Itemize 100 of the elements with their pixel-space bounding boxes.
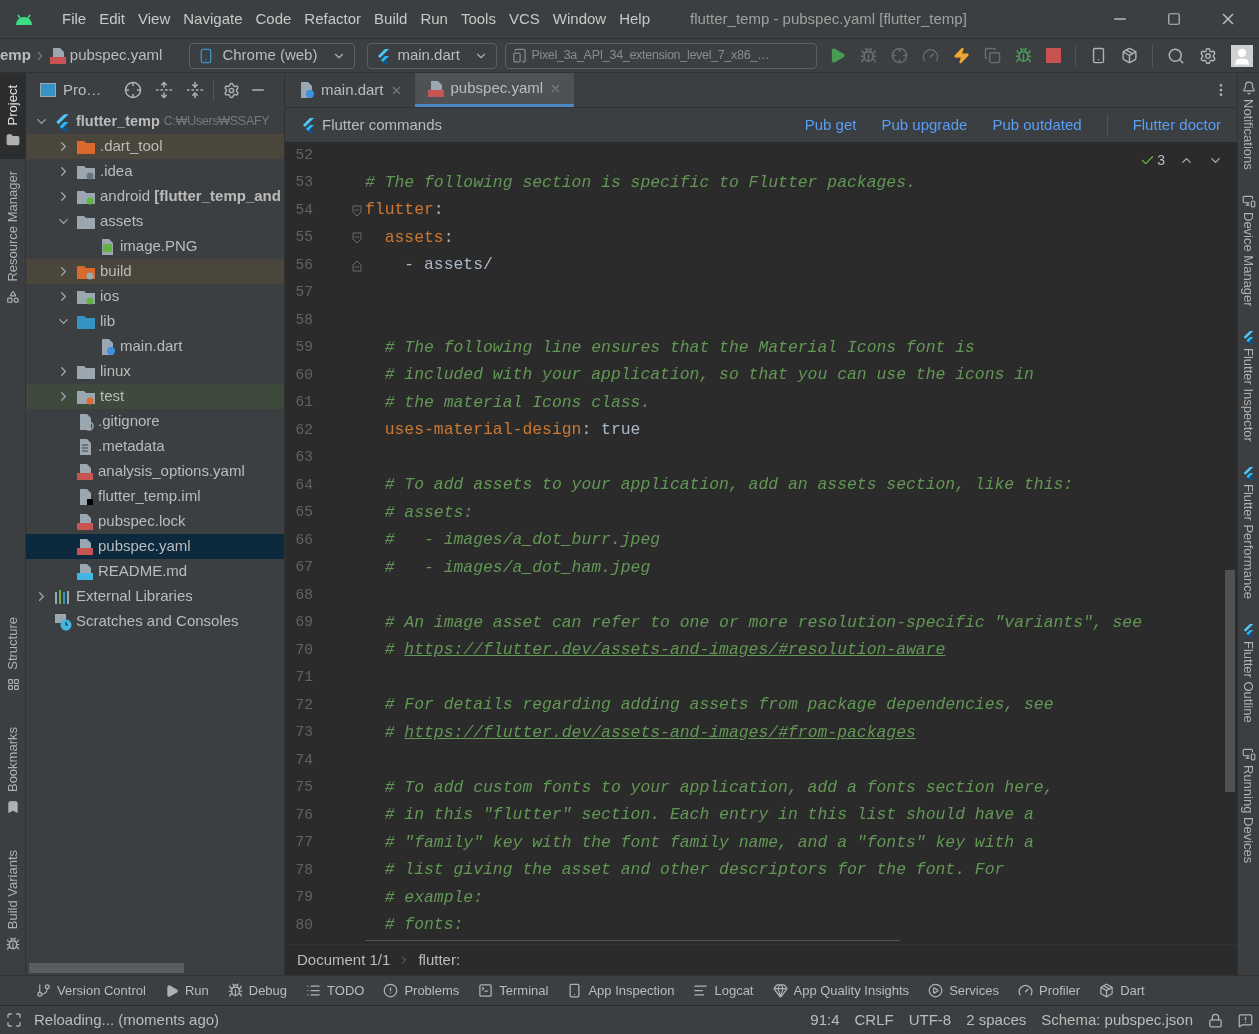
tree-item[interactable]: External Libraries: [26, 584, 284, 609]
tree-item[interactable]: .gitignore: [26, 409, 284, 434]
breadcrumb-item[interactable]: flutter:: [418, 948, 461, 972]
bell-icon[interactable]: [1241, 81, 1256, 95]
tree-item[interactable]: assets: [26, 209, 284, 234]
command-link[interactable]: Flutter doctor: [1132, 113, 1221, 137]
expand-all-icon[interactable]: [155, 81, 174, 99]
tool-window-button[interactable]: App Inspection: [567, 980, 675, 1001]
fold-end-icon[interactable]: [352, 259, 362, 272]
device-icon[interactable]: [1241, 746, 1256, 761]
breadcrumb-item[interactable]: pubspec.yaml: [69, 44, 163, 67]
tree-item[interactable]: pubspec.lock: [26, 509, 284, 534]
status-item[interactable]: 2 spaces: [966, 1008, 1027, 1032]
tool-window-button[interactable]: Services: [928, 980, 999, 1001]
menu-item[interactable]: Navigate: [183, 7, 243, 31]
tree-item[interactable]: .idea: [26, 159, 284, 184]
tool-window-button[interactable]: App Quality Insights: [772, 980, 910, 1001]
fold-marker-icon[interactable]: [352, 232, 362, 245]
breadcrumb-item[interactable]: Document 1/1: [297, 948, 391, 972]
settings-icon[interactable]: [223, 81, 241, 99]
tool-window-tab[interactable]: Structure: [0, 604, 26, 703]
editor-tab[interactable]: main.dart: [285, 73, 415, 107]
tree-item[interactable]: lib: [26, 309, 284, 334]
stop-icon[interactable]: [1046, 48, 1062, 63]
locate-icon[interactable]: [124, 81, 143, 99]
tool-window-button[interactable]: Version Control: [36, 980, 146, 1001]
fold-marker-icon[interactable]: [352, 204, 362, 217]
device-dropdown[interactable]: Chrome (web): [189, 42, 356, 69]
panel-toggle-icon[interactable]: [6, 1012, 22, 1028]
inspection-count[interactable]: 3: [1157, 150, 1165, 171]
tree-item[interactable]: android [flutter_temp_and: [26, 184, 284, 209]
menu-item[interactable]: File: [62, 7, 87, 31]
settings-icon[interactable]: [1199, 46, 1218, 65]
command-link[interactable]: Pub get: [804, 113, 857, 137]
run-config-dropdown[interactable]: main.dart: [367, 42, 498, 69]
command-link[interactable]: Pub outdated: [992, 113, 1082, 137]
tool-window-button[interactable]: Terminal: [478, 980, 549, 1001]
tool-window-tab[interactable]: Flutter Outline: [1238, 623, 1259, 723]
menu-item[interactable]: Edit: [99, 7, 126, 31]
tree-item[interactable]: .dart_tool: [26, 134, 284, 159]
panel-title[interactable]: Pro…: [63, 78, 102, 102]
tool-window-tab[interactable]: Flutter Performance: [1238, 466, 1259, 600]
tree-item[interactable]: build: [26, 259, 284, 284]
tool-window-button[interactable]: TODO: [306, 980, 365, 1001]
tool-window-tab[interactable]: Build Variants: [0, 837, 26, 963]
menu-item[interactable]: Tools: [460, 7, 496, 31]
tree-item[interactable]: README.md: [26, 559, 284, 584]
editor-tab[interactable]: pubspec.yaml: [414, 73, 575, 107]
attach-debugger-icon[interactable]: [1015, 47, 1033, 64]
status-item[interactable]: CRLF: [854, 1008, 894, 1032]
collapse-all-icon[interactable]: [186, 81, 205, 99]
menu-item[interactable]: VCS: [508, 7, 540, 31]
maximize-icon[interactable]: [1167, 12, 1181, 26]
hot-reload-icon[interactable]: [953, 47, 971, 64]
tool-window-button[interactable]: Debug: [227, 980, 288, 1001]
tree-item[interactable]: image.PNG: [26, 234, 284, 259]
tool-window-button[interactable]: Dart: [1099, 980, 1145, 1001]
tree-item[interactable]: Scratches and Consoles: [26, 609, 284, 634]
search-icon[interactable]: [1167, 46, 1186, 65]
tree-item[interactable]: flutter_temp C:₩Users₩SSAFY: [26, 109, 284, 134]
menu-item[interactable]: Code: [255, 7, 292, 31]
tree-item[interactable]: linux: [26, 359, 284, 384]
tree-item[interactable]: flutter_temp.iml: [26, 484, 284, 509]
breadcrumb-item[interactable]: emp: [0, 44, 31, 67]
tool-window-tab[interactable]: Resource Manager: [0, 159, 26, 317]
menu-item[interactable]: Help: [619, 7, 651, 31]
tree-item[interactable]: .metadata: [26, 434, 284, 459]
tree-item[interactable]: main.dart: [26, 334, 284, 359]
tool-window-tab[interactable]: Device Manager: [1238, 193, 1259, 307]
tool-window-tab[interactable]: Project: [0, 73, 26, 160]
menu-item[interactable]: Refactor: [304, 7, 362, 31]
command-link[interactable]: Pub upgrade: [881, 113, 968, 137]
tree-item[interactable]: analysis_options.yaml: [26, 459, 284, 484]
tool-window-tab[interactable]: Flutter Inspector: [1238, 330, 1259, 443]
scrollbar-thumb[interactable]: [1225, 570, 1235, 792]
status-item[interactable]: Schema: pubspec.json: [1041, 1008, 1193, 1032]
tree-item[interactable]: test: [26, 384, 284, 409]
menu-item[interactable]: Run: [420, 7, 448, 31]
run-icon[interactable]: [829, 47, 847, 64]
lock-icon[interactable]: [1208, 1012, 1223, 1028]
tool-window-tab[interactable]: Notifications: [1238, 81, 1259, 170]
tool-window-button[interactable]: Run: [164, 980, 209, 1001]
menu-item[interactable]: Build: [374, 7, 408, 31]
scrollbar-thumb[interactable]: [365, 939, 900, 940]
status-item[interactable]: UTF-8: [908, 1008, 952, 1032]
menu-item[interactable]: View: [138, 7, 171, 31]
tool-window-tab[interactable]: Running Devices: [1238, 746, 1259, 864]
tree-item[interactable]: pubspec.yaml: [26, 534, 284, 559]
tool-window-button[interactable]: Logcat: [693, 980, 754, 1001]
tree-item[interactable]: ios: [26, 284, 284, 309]
emulator-dropdown[interactable]: Pixel_3a_API_34_extension_level_7_x86_…: [505, 42, 818, 69]
notification-icon[interactable]: [1238, 1012, 1253, 1028]
tool-window-button[interactable]: Problems: [383, 980, 460, 1001]
device-icon[interactable]: [1241, 193, 1256, 208]
tool-window-tab[interactable]: Bookmarks: [0, 714, 26, 826]
status-item[interactable]: 91:4: [810, 1008, 840, 1032]
avatar[interactable]: [1231, 44, 1254, 67]
tool-window-button[interactable]: Profiler: [1018, 980, 1081, 1001]
menu-item[interactable]: Window: [552, 7, 607, 31]
scrollbar-thumb[interactable]: [29, 963, 184, 973]
